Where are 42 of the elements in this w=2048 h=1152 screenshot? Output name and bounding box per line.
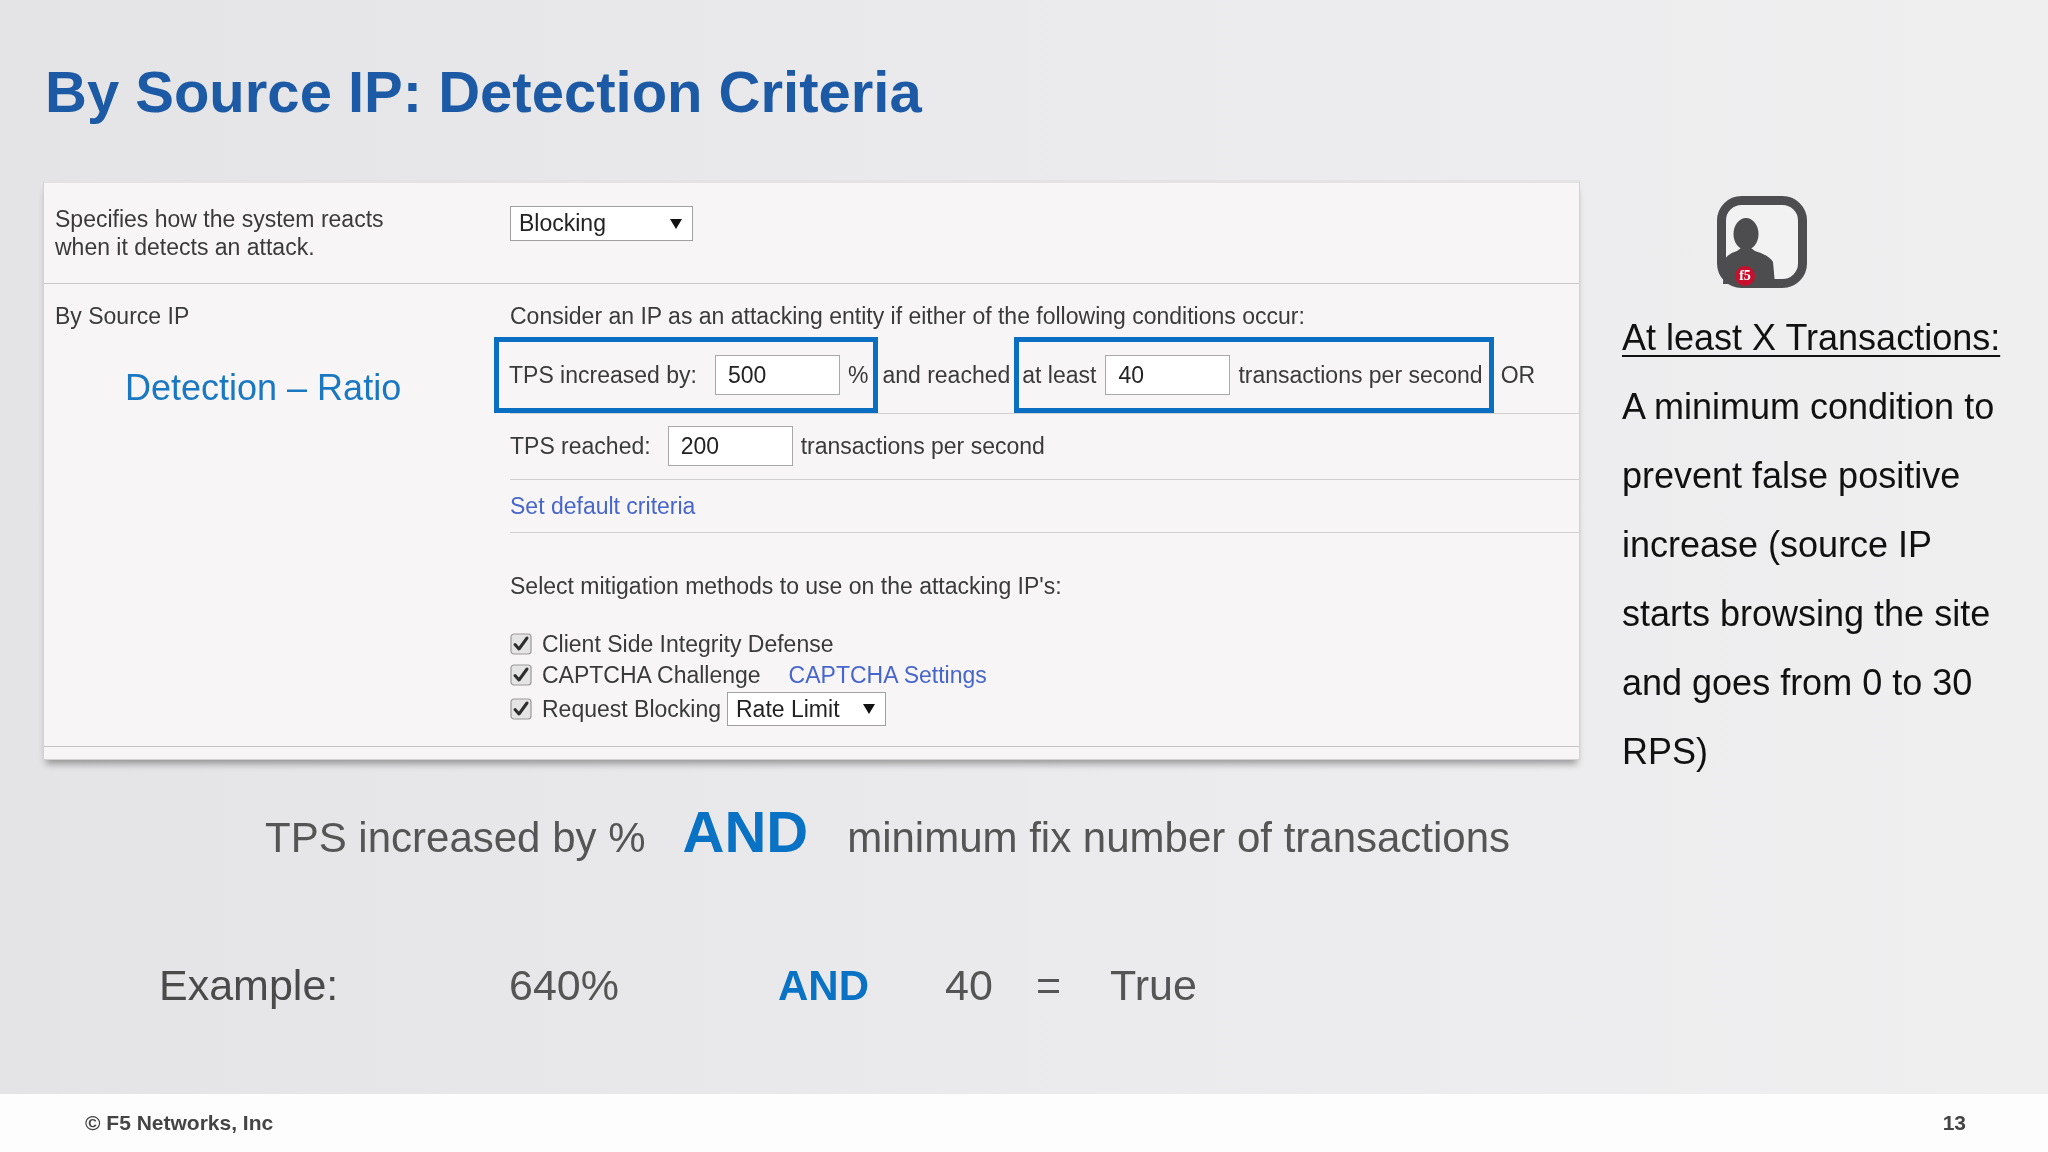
operator-text: AND — [682, 807, 809, 857]
checkbox-label: CAPTCHA Challenge — [542, 661, 761, 689]
unit-label: % — [847, 361, 869, 389]
checkbox-label: Client Side Integrity Defense — [542, 630, 834, 658]
number-field[interactable]: 500 — [714, 355, 840, 395]
checkbox[interactable] — [510, 664, 532, 686]
checkbox[interactable] — [510, 698, 532, 720]
example-value: 640% — [509, 960, 619, 1011]
checkbox-label: Request Blocking — [542, 695, 721, 723]
number-field[interactable]: 40 — [1105, 355, 1231, 395]
annotation-label: Detection – Ratio — [125, 366, 402, 410]
mode-dropdown[interactable]: Blocking — [510, 206, 693, 241]
settings-link[interactable]: CAPTCHA Settings — [788, 661, 987, 689]
formula-text: TPS increased by % — [265, 813, 646, 863]
connector-text: and reached — [882, 361, 1011, 389]
setting-description: Specifies how the system reacts when it detects an attack. — [55, 205, 385, 261]
example-value: 40 — [945, 960, 993, 1011]
page-number: 13 — [1942, 1111, 1966, 1135]
user-profile-icon — [1717, 196, 1807, 288]
unit-label: transactions per second — [800, 432, 1045, 460]
note-text: A minimum condition to prevent false positive increase (source IP starts browsing the site and goes from 0 to 30 RPS) — [1622, 385, 1996, 774]
note-heading: At least X Transactions: — [1622, 316, 2001, 360]
instruction-text: Consider an IP as an attacking entity if either of the following conditions occur: — [510, 302, 1305, 330]
default-criteria-link[interactable]: Set default criteria — [510, 493, 696, 519]
number-field[interactable]: 200 — [667, 426, 793, 466]
unit-label: transactions per second — [1238, 361, 1483, 389]
rate-limit-dropdown[interactable]: Rate Limit — [727, 692, 886, 726]
result-text: True — [1110, 960, 1197, 1011]
copyright-text: © F5 Networks, Inc — [85, 1111, 274, 1135]
formula-text: minimum fix number of transactions — [847, 813, 1511, 863]
checkbox[interactable] — [510, 633, 532, 655]
operator-text: AND — [778, 961, 869, 1011]
equals-sign: = — [1036, 960, 1062, 1011]
instruction-text: Select mitigation methods to use on the attacking IP's: — [510, 572, 1062, 600]
field-label: TPS reached: — [510, 432, 651, 460]
caret-icon — [863, 704, 875, 714]
connector-text: OR — [1500, 361, 1536, 389]
example-label: Example: — [159, 960, 339, 1011]
field-label: TPS increased by: — [509, 361, 697, 389]
section-label: By Source IP — [55, 302, 190, 330]
field-label: at least — [1022, 361, 1097, 389]
caret-icon — [670, 218, 682, 229]
